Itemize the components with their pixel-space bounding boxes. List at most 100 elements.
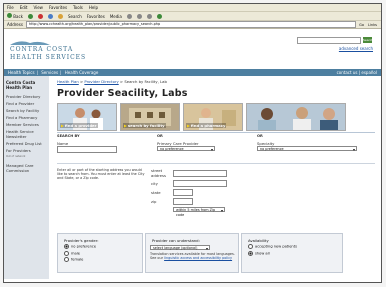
gender-title: Provider's gender: [64, 237, 99, 243]
name-input[interactable] [57, 146, 117, 153]
street-label: street address [151, 168, 166, 178]
breadcrumb: Health Plan > Provider Directory > Searc… [57, 79, 167, 84]
tab-find-provider-label: find a provider [64, 123, 97, 128]
radio-icon [64, 257, 69, 262]
sidebar-item-drug-list[interactable]: Preferred Drug List [4, 140, 49, 147]
menu-bar: File Edit View Favorites Tools Help [4, 4, 381, 12]
site-logo[interactable]: CONTRA COSTA HEALTH SERVICES [10, 39, 86, 61]
media-button[interactable]: Media [110, 14, 122, 19]
tab-search-facility[interactable]: ▶search by facility [120, 103, 180, 131]
gender-option-female[interactable]: female [58, 257, 142, 262]
advanced-search-link[interactable]: advanced search [339, 46, 373, 51]
photo-tabs: ▶find a provider ▶search by facility ▶fi… [57, 103, 375, 131]
menu-file[interactable]: File [7, 5, 14, 10]
site-search-button[interactable]: Search [363, 37, 373, 43]
breadcrumb-provider-directory[interactable]: Provider Directory [84, 79, 118, 84]
radio-icon [248, 244, 253, 249]
url-field[interactable]: http://www.cchealth.org/health_plan/prov… [25, 21, 357, 28]
city-input[interactable] [173, 180, 227, 187]
language-title: Provider can understand: [152, 237, 200, 243]
main-nav: Health Topics | Services | Health Coverage… [4, 69, 381, 76]
back-button[interactable]: Back [7, 13, 23, 19]
arrow-icon: ▶ [124, 123, 127, 128]
search-criteria: SEARCH BY OR OR Name Primary Care Provid… [57, 132, 375, 153]
tab-find-pharmacy-label: find a pharmacy [190, 123, 226, 128]
availability-option-accepting[interactable]: accepting new patients [242, 244, 342, 249]
menu-tools[interactable]: Tools [73, 5, 83, 10]
print-icon[interactable] [146, 13, 152, 19]
or-label-2: OR [257, 134, 263, 138]
breadcrumb-health-plan[interactable]: Health Plan [57, 79, 79, 84]
menu-favorites[interactable]: Favorites [49, 5, 67, 10]
nav-health-coverage[interactable]: Health Coverage [65, 70, 99, 75]
language-select[interactable]: select language (optional) [150, 244, 210, 251]
state-input[interactable] [173, 189, 193, 196]
staff-photo [246, 103, 346, 131]
logo-line1: CONTRA COSTA [10, 46, 74, 53]
availability-option-show-all[interactable]: show all [242, 250, 342, 256]
gender-option-no-pref[interactable]: no preference [58, 244, 142, 249]
specialty-select[interactable]: no preference [257, 146, 357, 152]
availability-title: Availability [248, 237, 269, 243]
page-body: Contra Costa Health Plan Provider Direct… [4, 76, 381, 279]
sidebar-item-for-providers[interactable]: For Providers [4, 147, 49, 154]
zip-input[interactable] [173, 198, 193, 205]
arrow-icon: ▶ [61, 123, 64, 128]
zip-label: zip [151, 199, 157, 204]
address-bar: Address http://www.cchealth.org/health_p… [4, 21, 381, 29]
arrow-icon: ▶ [187, 123, 190, 128]
sidebar-item-newsletter[interactable]: Health Service Newsletter [4, 128, 49, 140]
links-button[interactable]: Links [368, 23, 377, 27]
refresh-icon[interactable] [48, 13, 53, 19]
sidebar-item-provider-directory[interactable]: Provider Directory [4, 93, 49, 100]
site-search-input[interactable] [297, 37, 361, 44]
hills-logo-icon [10, 41, 50, 45]
city-label: city [151, 181, 158, 186]
go-button[interactable]: Go [359, 23, 364, 27]
tab-find-provider[interactable]: ▶find a provider [57, 103, 117, 131]
menu-help[interactable]: Help [89, 5, 98, 10]
sidebar-item-member-services[interactable]: Member Services [4, 121, 49, 128]
language-panel: Provider can understand: select language… [145, 233, 239, 273]
favorites-button[interactable]: Favorites [87, 14, 105, 19]
main-content: Health Plan > Provider Directory > Searc… [49, 76, 381, 279]
tab-search-facility-label: search by facility [127, 123, 165, 128]
home-icon[interactable] [58, 13, 63, 19]
availability-panel: Availability accepting new patients show… [241, 233, 343, 273]
sidebar-item-search-facility[interactable]: Search by Facility [4, 107, 49, 114]
sidebar-out-of-network[interactable]: Out of network [4, 154, 49, 159]
sidebar-item-find-pharmacy[interactable]: Find a Pharmacy [4, 114, 49, 121]
edit-icon[interactable] [156, 13, 162, 19]
linguistic-access-link[interactable]: linguistic access and accessibility poli… [164, 256, 232, 260]
or-label-1: OR [157, 134, 163, 138]
site-header: CONTRA COSTA HEALTH SERVICES Search adva… [4, 29, 381, 69]
nav-services[interactable]: Services [41, 70, 58, 75]
logo-line2: HEALTH SERVICES [10, 54, 87, 61]
nav-contact-espanol[interactable]: contact us | español [337, 70, 377, 75]
gender-panel: Provider's gender: no preference male fe… [57, 233, 143, 273]
menu-view[interactable]: View [33, 5, 43, 10]
pcp-select[interactable]: no preference [157, 146, 215, 152]
street-input[interactable] [173, 169, 227, 177]
sidebar: Contra Costa Health Plan Provider Direct… [4, 76, 49, 279]
forward-arrow-icon[interactable] [28, 13, 33, 19]
stop-icon[interactable] [38, 13, 43, 19]
radio-icon [64, 250, 69, 256]
page-title: Provider Seacility, Labs [57, 88, 188, 99]
sidebar-item-find-provider[interactable]: Find a Provider [4, 100, 49, 107]
gender-option-male[interactable]: male [58, 250, 142, 256]
address-section: Enter all or part of the starting addres… [57, 163, 375, 217]
menu-edit[interactable]: Edit [20, 5, 28, 10]
nav-health-topics[interactable]: Health Topics [8, 70, 35, 75]
mail-icon[interactable] [136, 13, 142, 19]
state-label: state [151, 190, 161, 195]
distance-select[interactable]: within 5 miles from Zip code [173, 207, 225, 217]
sidebar-title[interactable]: Contra Costa Health Plan [4, 78, 49, 93]
history-icon[interactable] [126, 13, 132, 19]
radio-checked-icon [64, 244, 69, 249]
sidebar-item-commission[interactable]: Managed Care Commission [4, 162, 49, 174]
tab-find-pharmacy[interactable]: ▶find a pharmacy [183, 103, 243, 131]
search-button[interactable]: Search [68, 14, 82, 19]
address-instructions: Enter all or part of the starting addres… [57, 168, 145, 181]
search-by-label: SEARCH BY [57, 134, 80, 138]
